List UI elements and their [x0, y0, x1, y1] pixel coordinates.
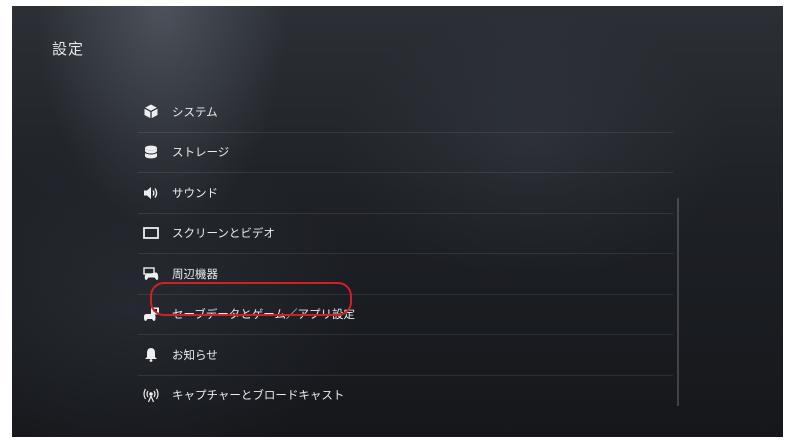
menu-item-screen-video[interactable]: スクリーンとビデオ: [138, 214, 673, 254]
broadcast-icon: [142, 386, 160, 404]
page-title: 設定: [52, 40, 85, 58]
menu-item-sound[interactable]: サウンド: [138, 173, 673, 214]
menu-item-accessories[interactable]: 周辺機器: [138, 254, 673, 295]
scrollbar[interactable]: [677, 198, 679, 406]
menu-item-label: サウンド: [172, 185, 218, 200]
menu-item-captures-broadcasts[interactable]: キャプチャーとブロードキャスト: [138, 376, 673, 416]
menu-item-label: お知らせ: [172, 347, 218, 362]
bell-icon: [142, 346, 160, 364]
saved-data-icon: [142, 305, 160, 323]
settings-menu: システム ストレージ サウンド スクリーンとビデオ 周辺機器 セーブデータとゲー…: [138, 92, 673, 415]
accessories-controller-icon: [142, 265, 160, 283]
menu-item-notifications[interactable]: お知らせ: [138, 335, 673, 376]
menu-item-label: キャプチャーとブロードキャスト: [172, 388, 345, 403]
screen-icon: [142, 224, 160, 242]
menu-item-label: ストレージ: [172, 145, 230, 160]
menu-item-storage[interactable]: ストレージ: [138, 133, 673, 173]
speaker-icon: [142, 184, 160, 202]
menu-item-label: スクリーンとビデオ: [172, 226, 275, 241]
menu-item-system[interactable]: システム: [138, 92, 673, 133]
settings-screen: 設定 システム ストレージ サウンド スクリーンとビデオ 周辺機器 セーブデータ…: [12, 6, 783, 437]
system-cube-icon: [142, 103, 160, 121]
menu-item-saved-data-game-app-settings[interactable]: セーブデータとゲーム／アプリ設定: [138, 295, 673, 335]
menu-item-label: セーブデータとゲーム／アプリ設定: [172, 307, 355, 322]
storage-icon: [142, 143, 160, 161]
menu-item-label: システム: [172, 104, 218, 119]
menu-item-label: 周辺機器: [172, 266, 218, 281]
